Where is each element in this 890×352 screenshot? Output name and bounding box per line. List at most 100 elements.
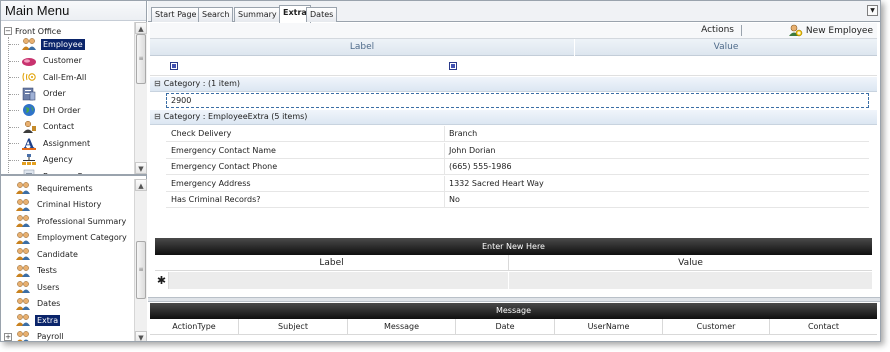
list-item-requirements[interactable]: Requirements: [15, 180, 95, 196]
property-value[interactable]: John Dorian: [449, 143, 495, 159]
group-collapse-icon[interactable]: ⊟: [154, 79, 161, 88]
column-header-label[interactable]: Label: [150, 39, 574, 56]
column-header-actiontype[interactable]: ActionType: [150, 319, 239, 335]
property-row[interactable]: Check Delivery Branch: [166, 126, 869, 142]
new-entry-columns: Label Value: [155, 255, 872, 271]
tree-item-resume-parser[interactable]: Resume Parser: [21, 168, 105, 176]
tree-scrollbar[interactable]: ▲ ≡ ▼: [134, 22, 147, 174]
tree-item-customer[interactable]: Customer: [9, 53, 84, 69]
property-row[interactable]: Emergency Contact Phone (665) 555-1986: [166, 159, 869, 175]
column-header-date[interactable]: Date: [456, 319, 555, 335]
tab-dates[interactable]: Dates: [306, 7, 338, 22]
property-value[interactable]: No: [449, 192, 460, 208]
column-header-subject[interactable]: Subject: [239, 319, 348, 335]
tree-item-agency[interactable]: Agency: [9, 152, 75, 168]
customer-icon: [21, 54, 37, 68]
tree-item-label: Call-Em-All: [43, 72, 87, 82]
people-icon: [15, 313, 31, 327]
collapse-icon[interactable]: −: [4, 27, 12, 35]
new-entry-row[interactable]: ✱: [155, 272, 872, 289]
cell-divider: [444, 192, 445, 208]
tree-item-label: Resume Parser: [43, 171, 103, 176]
list-item-criminal-history[interactable]: Criminal History: [15, 197, 103, 213]
actions-menu[interactable]: Actions: [701, 25, 734, 35]
property-row[interactable]: Emergency Address 1332 Sacred Heart Way: [166, 175, 869, 192]
group-collapse-icon[interactable]: ⊟: [154, 112, 161, 121]
tree-item-order[interactable]: Order: [9, 86, 68, 102]
filter-value-icon[interactable]: [449, 62, 457, 70]
people-icon: [15, 264, 31, 278]
toolbar-separator: [741, 25, 742, 36]
group-header-category-1[interactable]: ⊟ Category : (1 item): [150, 77, 877, 92]
new-employee-icon: [788, 24, 803, 37]
column-header-message[interactable]: Message: [348, 319, 456, 335]
main-menu-panel: Main Menu − Front Office Employee Custome…: [1, 1, 147, 341]
property-value[interactable]: Branch: [449, 126, 477, 142]
tab-start-page[interactable]: Start Page: [151, 7, 201, 22]
tree-connector: [9, 77, 19, 78]
property-value[interactable]: (665) 555-1986: [449, 159, 512, 175]
list-item-professional-summary[interactable]: Professional Summary: [15, 213, 128, 229]
tab-search[interactable]: Search: [198, 7, 234, 22]
new-label-cell[interactable]: [169, 272, 509, 289]
contact-icon: [21, 120, 37, 134]
people-icon: [15, 181, 31, 195]
toolbar: Actions New Employee: [150, 23, 877, 39]
cell-divider: [444, 159, 445, 175]
tab-summary[interactable]: Summary: [234, 7, 281, 22]
grid-header: Label Value: [150, 39, 877, 56]
new-row-asterisk-icon: ✱: [155, 272, 169, 289]
tab-bar: Start Page Search Summary Extra Dates ▼: [148, 1, 880, 23]
expand-icon[interactable]: +: [4, 332, 12, 341]
column-header-contact[interactable]: Contact: [770, 319, 877, 335]
scroll-up-icon[interactable]: ▲: [135, 179, 147, 191]
tree-node-label: Front Office: [15, 26, 62, 36]
tree-item-label: DH Order: [43, 105, 81, 115]
new-column-value[interactable]: Value: [509, 255, 872, 271]
cell-divider: [444, 142, 445, 159]
panel-splitter[interactable]: [148, 297, 880, 302]
list-item-candidate[interactable]: Candidate: [15, 246, 80, 262]
tree-connector: [9, 60, 19, 62]
property-value[interactable]: 1332 Sacred Heart Way: [449, 176, 544, 192]
column-header-value[interactable]: Value: [574, 39, 877, 56]
list-item-tests[interactable]: Tests: [15, 263, 59, 279]
tree-item-label: Employee: [41, 38, 85, 50]
list-item-employment-category[interactable]: Employment Category: [15, 230, 129, 246]
list-item-extra[interactable]: Extra: [15, 312, 61, 328]
property-row[interactable]: Has Criminal Records? No: [166, 192, 869, 208]
main-menu-title: Main Menu: [1, 1, 146, 21]
list-item-users[interactable]: Users: [15, 279, 61, 295]
phone-call-icon: [21, 70, 37, 84]
column-header-customer[interactable]: Customer: [663, 319, 770, 335]
scroll-up-icon[interactable]: ▲: [135, 22, 147, 34]
list-item-label: Professional Summary: [37, 216, 127, 226]
scroll-thumb[interactable]: ≡: [136, 34, 146, 84]
tree-item-label: Customer: [43, 56, 82, 65]
new-employee-button[interactable]: New Employee: [788, 24, 873, 37]
tree-item-employee[interactable]: Employee: [9, 36, 85, 52]
message-header: Message: [150, 303, 877, 319]
tree-item-dh-order[interactable]: DH Order: [9, 102, 82, 118]
editable-value-cell[interactable]: 2900: [166, 93, 869, 108]
tab-dropdown-icon[interactable]: ▼: [867, 5, 878, 16]
property-row[interactable]: Emergency Contact Name John Dorian: [166, 142, 869, 159]
people-icon: [15, 330, 31, 341]
tree-connector: [8, 37, 9, 174]
scroll-down-icon[interactable]: ▼: [135, 162, 147, 174]
list-item-payroll[interactable]: + Payroll: [4, 329, 66, 341]
column-header-username[interactable]: UserName: [555, 319, 663, 335]
filter-label-icon[interactable]: [170, 62, 178, 70]
property-label: Emergency Address: [171, 178, 251, 188]
scroll-thumb[interactable]: ≡: [136, 241, 146, 299]
tree-item-assignment[interactable]: A Assignment: [9, 135, 92, 152]
list-item-label: Requirements: [37, 183, 93, 193]
list-scrollbar[interactable]: ▲ ≡ ▼: [134, 179, 147, 341]
new-column-label[interactable]: Label: [155, 255, 509, 271]
scroll-down-icon[interactable]: ▼: [135, 331, 147, 341]
list-item-dates[interactable]: Dates: [15, 296, 62, 312]
group-header-text: Category : EmployeeExtra (5 items): [163, 112, 308, 121]
tree-item-call-em-all[interactable]: Call-Em-All: [9, 69, 88, 85]
tree-item-contact[interactable]: Contact: [9, 119, 76, 135]
group-header-category-2[interactable]: ⊟ Category : EmployeeExtra (5 items): [150, 110, 877, 125]
